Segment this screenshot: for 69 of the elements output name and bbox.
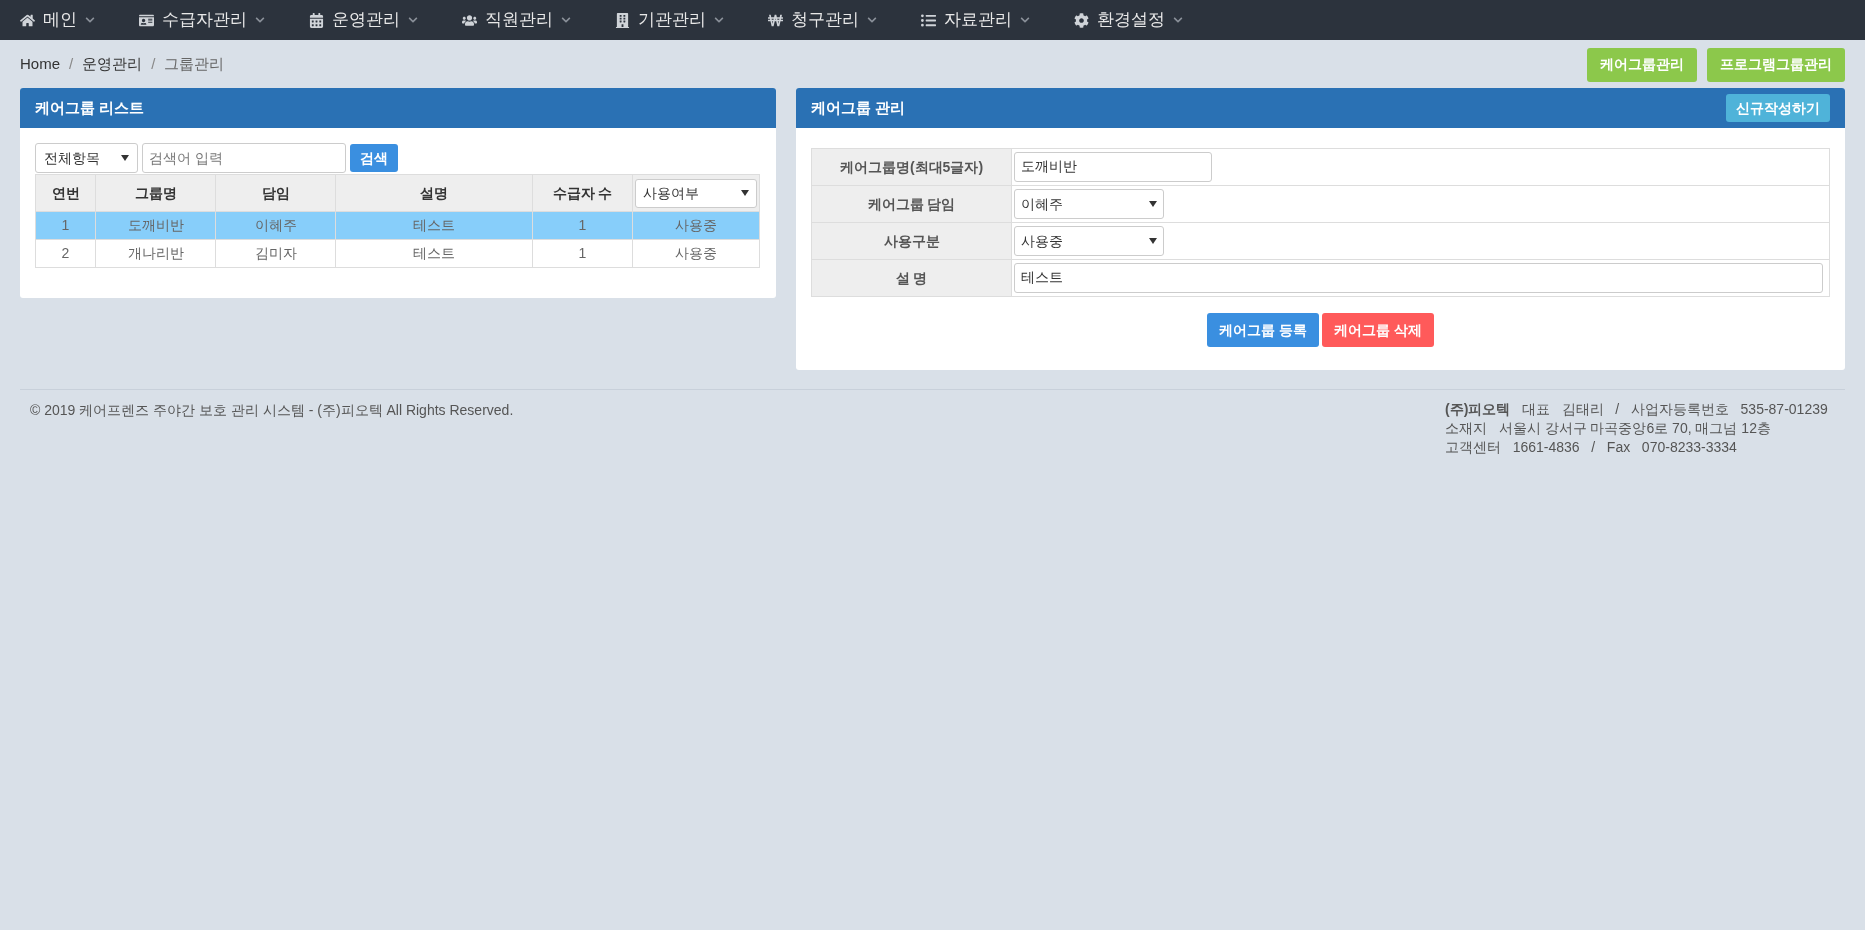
table-cell: 개나리반 xyxy=(95,239,216,268)
table-row[interactable]: 1 도깨비반 이혜주 테스트 1 사용중 xyxy=(35,211,760,240)
table-cell: 사용중 xyxy=(632,239,760,268)
building-icon xyxy=(615,12,630,28)
form-label: 케어그룹 담임 xyxy=(811,185,1012,223)
table-cell: 2 xyxy=(35,239,96,268)
caret-icon xyxy=(1149,238,1157,244)
breadcrumb-separator: / xyxy=(151,53,156,74)
group-name-field[interactable]: 도깨비반 xyxy=(1014,152,1212,182)
caret-icon xyxy=(741,190,749,196)
table-cell: 1 xyxy=(532,211,633,240)
breadcrumb-separator: / xyxy=(69,53,74,74)
status-filter-select[interactable]: 사용여부 xyxy=(635,178,757,208)
id-card-icon xyxy=(139,12,154,28)
company-info-text: 고객센터 1661-4836 / Fax 070-8233-3334 xyxy=(1445,438,1738,457)
chevron-down-icon xyxy=(255,15,265,25)
table-cell: 테스트 xyxy=(335,211,533,240)
column-header: 그룹명 xyxy=(95,174,216,212)
list-icon xyxy=(921,12,936,28)
column-header: 연번 xyxy=(35,174,96,212)
breadcrumb-link[interactable]: 운영관리 xyxy=(82,52,143,76)
dropdown-select[interactable]: 이혜주 xyxy=(1014,189,1164,219)
home-icon xyxy=(20,12,35,28)
form-label: 설 명 xyxy=(811,259,1012,297)
copyright-text: © 2019 케어프렌즈 주야간 보호 관리 시스템 - (주)피오텍 All Rights Reserved. xyxy=(29,401,514,420)
nav-menu-item[interactable]: 메인 xyxy=(20,0,95,40)
table-cell: 이혜주 xyxy=(215,211,336,240)
table-row[interactable]: 2 개나리반 김미자 테스트 1 사용중 xyxy=(35,239,760,268)
form-label: 케어그룹명(최대5글자) xyxy=(811,148,1012,186)
chevron-down-icon xyxy=(1173,15,1183,25)
table-cell: 도깨비반 xyxy=(95,211,216,240)
breadcrumb-current: 그룹관리 xyxy=(164,53,225,74)
calendar-icon xyxy=(309,12,324,28)
settings-icon xyxy=(1074,12,1089,28)
chevron-down-icon xyxy=(714,15,724,25)
chevron-down-icon xyxy=(867,15,877,25)
nav-menu-item[interactable]: 수급자관리 xyxy=(139,0,265,40)
company-info-text: (주)피오텍 대표 김태리 / 사업자등록번호 535-87-01239 xyxy=(1445,400,1829,419)
description-field[interactable]: 테스트 xyxy=(1014,263,1823,293)
caret-icon xyxy=(121,155,129,161)
nav-menu-item[interactable]: 환경설정 xyxy=(1074,0,1183,40)
won-sign-icon xyxy=(768,12,783,28)
chevron-down-icon xyxy=(408,15,418,25)
caret-icon xyxy=(1149,201,1157,207)
table-cell: 김미자 xyxy=(215,239,336,268)
category-select[interactable]: 전체항목 xyxy=(35,143,138,173)
nav-menu-item[interactable]: 직원관리 xyxy=(462,0,571,40)
panel-title: 케어그룹 리스트 xyxy=(35,97,145,118)
table-cell: 1 xyxy=(532,239,633,268)
column-header: 설명 xyxy=(335,174,533,212)
nav-menu-item[interactable]: 기관관리 xyxy=(615,0,724,40)
column-header: 담임 xyxy=(215,174,336,212)
dropdown-select[interactable]: 사용중 xyxy=(1014,226,1164,256)
search-field[interactable]: 검색어 입력 xyxy=(142,143,346,173)
company-info-text: 소재지 서울시 강서구 마곡중앙6로 70, 매그넘 12층 xyxy=(1445,419,1772,438)
form-label: 사용구분 xyxy=(811,222,1012,260)
column-header: 수급자 수 xyxy=(532,174,633,212)
nav-menu-item[interactable]: 청구관리 xyxy=(768,0,877,40)
breadcrumb-link[interactable]: Home xyxy=(20,52,60,76)
table-cell: 테스트 xyxy=(335,239,533,268)
nav-menu-item[interactable]: 운영관리 xyxy=(309,0,418,40)
panel-title: 케어그룹 관리 xyxy=(811,97,906,118)
table-cell: 사용중 xyxy=(632,211,760,240)
chevron-down-icon xyxy=(1020,15,1030,25)
users-icon xyxy=(462,12,477,28)
chevron-down-icon xyxy=(561,15,571,25)
chevron-down-icon xyxy=(85,15,95,25)
nav-menu-item[interactable]: 자료관리 xyxy=(921,0,1030,40)
table-cell: 1 xyxy=(35,211,96,240)
